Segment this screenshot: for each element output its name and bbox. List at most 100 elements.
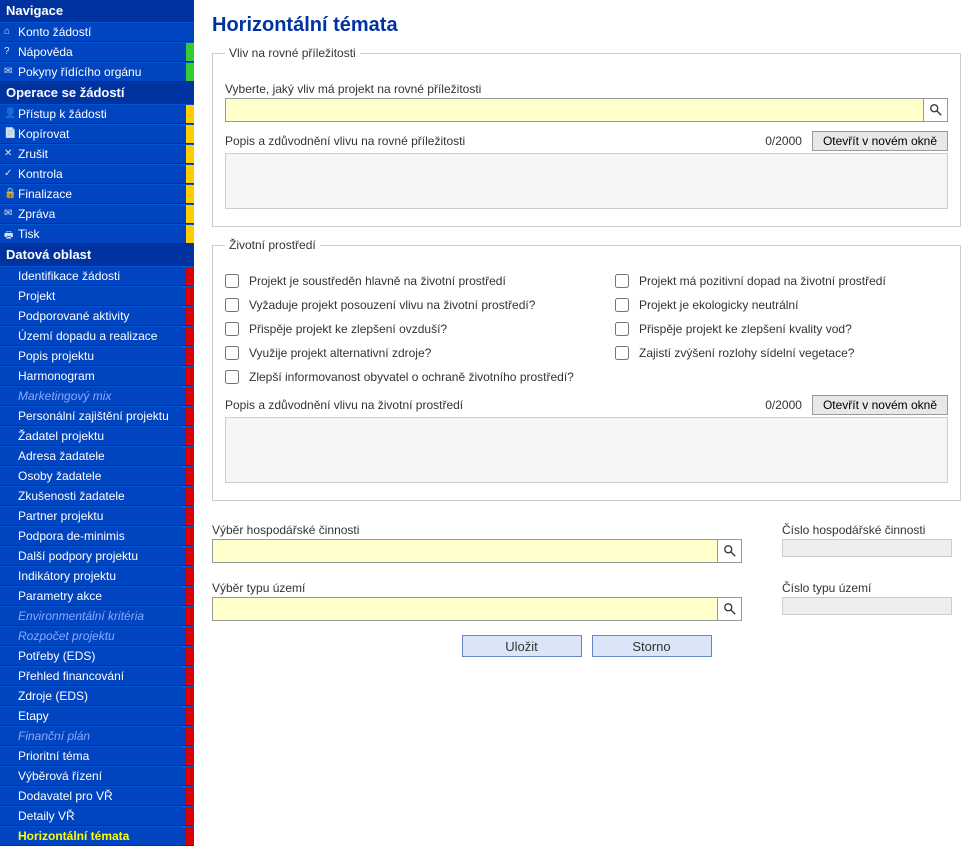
nav-header: Datová oblast [0, 244, 194, 266]
sidebar-item[interactable]: Identifikace žádosti [0, 266, 194, 286]
env-checkbox[interactable] [615, 298, 629, 312]
env-check-label: Projekt je ekologicky neutrální [639, 298, 798, 312]
sidebar-item[interactable]: Podpora de-minimis [0, 526, 194, 546]
sidebar-item[interactable]: Prioritní téma [0, 746, 194, 766]
sidebar-item-label: Zdroje (EDS) [18, 689, 88, 703]
sidebar-item[interactable]: Zdroje (EDS) [0, 686, 194, 706]
desc-equal-textarea[interactable] [225, 153, 948, 209]
status-stripe [186, 507, 194, 525]
sidebar-item[interactable]: Indikátory projektu [0, 566, 194, 586]
status-stripe [186, 427, 194, 445]
sidebar-item[interactable]: Území dopadu a realizace [0, 326, 194, 346]
sidebar-item[interactable]: Personální zajištění projektu [0, 406, 194, 426]
cancel-button[interactable]: Storno [592, 635, 712, 657]
sidebar-item[interactable]: Žadatel projektu [0, 426, 194, 446]
status-stripe [186, 407, 194, 425]
env-checkbox[interactable] [615, 346, 629, 360]
sidebar-item-label: Finalizace [18, 187, 72, 201]
env-check-label: Zajistí zvýšení rozlohy sídelní vegetace… [639, 346, 854, 360]
sidebar-item[interactable]: Dodavatel pro VŘ [0, 786, 194, 806]
select-influence-lookup-button[interactable] [924, 98, 948, 122]
env-check-label: Přispěje projekt ke zlepšení ovzduší? [249, 322, 447, 336]
sidebar-item[interactable]: Podporované aktivity [0, 306, 194, 326]
sidebar-item[interactable]: ?Nápověda [0, 42, 194, 62]
nav-glyph-icon: ✉ [4, 208, 12, 219]
section-environment: Životní prostředí Projekt je soustředěn … [212, 245, 961, 501]
desc-env-counter: 0/2000 [765, 398, 802, 412]
sidebar: Navigace⌂Konto žádostí?Nápověda✉Pokyny ř… [0, 0, 194, 846]
sidebar-item-label: Projekt [18, 289, 55, 303]
sidebar-item[interactable]: Finanční plán [0, 726, 194, 746]
sidebar-item-label: Harmonogram [18, 369, 95, 383]
sidebar-item[interactable]: Popis projektu [0, 346, 194, 366]
sidebar-item[interactable]: Environmentální kritéria [0, 606, 194, 626]
sidebar-item[interactable]: Harmonogram [0, 366, 194, 386]
status-stripe [186, 327, 194, 345]
sidebar-item[interactable]: ✉ Pokyny řídícího orgánu [0, 62, 194, 82]
sidebar-item[interactable]: Potřeby (EDS) [0, 646, 194, 666]
sidebar-item[interactable]: Partner projektu [0, 506, 194, 526]
sidebar-item[interactable]: Marketingový mix [0, 386, 194, 406]
activity-num-label: Číslo hospodářské činnosti [782, 523, 961, 537]
sidebar-item[interactable]: Výběrová řízení [0, 766, 194, 786]
env-check-row: Přispěje projekt ke zlepšení ovzduší? [225, 322, 585, 336]
sidebar-item[interactable]: Zkušenosti žadatele [0, 486, 194, 506]
env-check-label: Využije projekt alternativní zdroje? [249, 346, 431, 360]
sidebar-item-label: Identifikace žádosti [18, 269, 120, 283]
nav-glyph-icon: ⌂ [4, 26, 10, 37]
territory-lookup-button[interactable] [718, 597, 742, 621]
status-stripe [186, 387, 194, 405]
sidebar-item-label: Marketingový mix [18, 389, 111, 403]
sidebar-item-label: Adresa žadatele [18, 449, 105, 463]
sidebar-item-label: Indikátory projektu [18, 569, 116, 583]
territory-input[interactable] [212, 597, 718, 621]
sidebar-item[interactable]: ✕Zrušit [0, 144, 194, 164]
sidebar-item[interactable]: Horizontální témata [0, 826, 194, 846]
territory-label: Výběr typu území [212, 581, 742, 595]
sidebar-item[interactable]: 👤Přístup k žádosti [0, 104, 194, 124]
sidebar-item[interactable]: Adresa žadatele [0, 446, 194, 466]
env-checkbox[interactable] [225, 274, 239, 288]
sidebar-item[interactable]: Etapy [0, 706, 194, 726]
sidebar-item[interactable]: Přehled financování [0, 666, 194, 686]
sidebar-item[interactable]: 🖶Tisk [0, 224, 194, 244]
desc-equal-label: Popis a zdůvodnění vlivu na rovné přílež… [225, 134, 465, 148]
sidebar-item-label: Osoby žadatele [18, 469, 101, 483]
sidebar-item[interactable]: Rozpočet projektu [0, 626, 194, 646]
sidebar-item-label: Environmentální kritéria [18, 609, 144, 623]
status-stripe [186, 225, 194, 243]
env-checkbox[interactable] [615, 322, 629, 336]
env-checkbox[interactable] [225, 370, 239, 384]
legend-environment: Životní prostředí [225, 238, 320, 252]
sidebar-item-label: Další podpory projektu [18, 549, 138, 563]
sidebar-item[interactable]: Detaily VŘ [0, 806, 194, 826]
sidebar-item[interactable]: Další podpory projektu [0, 546, 194, 566]
env-check-row: Využije projekt alternativní zdroje? [225, 346, 585, 360]
env-checkbox[interactable] [225, 322, 239, 336]
sidebar-item[interactable]: ⌂Konto žádostí [0, 22, 194, 42]
sidebar-item[interactable]: Parametry akce [0, 586, 194, 606]
select-influence-input[interactable] [225, 98, 924, 122]
status-stripe [186, 747, 194, 765]
open-new-window-button-2[interactable]: Otevřít v novém okně [812, 395, 948, 415]
activity-lookup-button[interactable] [718, 539, 742, 563]
save-button[interactable]: Uložit [462, 635, 582, 657]
sidebar-item[interactable]: 📄Kopírovat [0, 124, 194, 144]
sidebar-item[interactable]: 🔒Finalizace [0, 184, 194, 204]
sidebar-item[interactable]: ✉Zpráva [0, 204, 194, 224]
sidebar-item[interactable]: Projekt [0, 286, 194, 306]
env-check-row: Projekt má pozitivní dopad na životní pr… [615, 274, 886, 288]
activity-input[interactable] [212, 539, 718, 563]
main-content: Horizontální témata Vliv na rovné přílež… [194, 0, 979, 846]
open-new-window-button-1[interactable]: Otevřít v novém okně [812, 131, 948, 151]
env-checkbox[interactable] [225, 346, 239, 360]
env-checkbox[interactable] [615, 274, 629, 288]
territory-num-output [782, 597, 952, 615]
env-checkbox[interactable] [225, 298, 239, 312]
sidebar-item-label: Pokyny řídícího orgánu [18, 65, 141, 79]
nav-glyph-icon: ✉ [4, 66, 12, 77]
sidebar-item[interactable]: ✓Kontrola [0, 164, 194, 184]
sidebar-item[interactable]: Osoby žadatele [0, 466, 194, 486]
status-stripe [186, 827, 194, 845]
desc-env-textarea[interactable] [225, 417, 948, 483]
